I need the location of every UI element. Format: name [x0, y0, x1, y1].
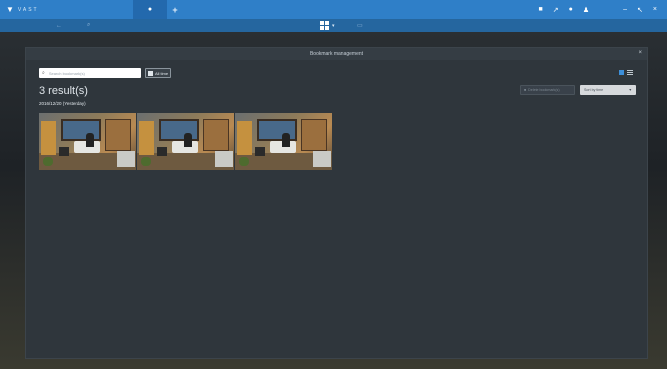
search-bookmarks-input[interactable]	[48, 69, 137, 77]
settings-icon[interactable]: ●	[569, 6, 573, 13]
user-icon[interactable]: ♟	[583, 6, 589, 14]
result-count: 3 result(s)	[39, 85, 88, 97]
brand-text: VAST	[17, 6, 39, 13]
top-right-controls: ■ ↗ ● ♟ – ↖ ×	[539, 0, 658, 19]
search-icon: ⌕	[42, 70, 45, 76]
bookmark-thumbnail[interactable]	[137, 113, 234, 170]
bookmark-thumbnail[interactable]	[235, 113, 332, 170]
camera-icon[interactable]: ■	[539, 6, 543, 13]
dialog-header: Bookmark management ×	[26, 48, 647, 60]
date-group-label: 2016/12/20 (Yesterday)	[39, 101, 86, 106]
eye-icon: ●	[147, 6, 153, 13]
chevron-down-icon: ▾	[332, 22, 335, 29]
list-view-icon[interactable]	[627, 70, 633, 75]
brand: ▼ VAST	[0, 4, 133, 14]
back-arrow-icon[interactable]: ←	[56, 23, 62, 29]
dialog-close-icon[interactable]: ×	[638, 50, 642, 56]
dialog-title: Bookmark management	[309, 51, 364, 57]
tab-monitor[interactable]: ●	[133, 0, 167, 19]
caret-down-icon: ▼	[628, 88, 632, 92]
delete-label: Delete bookmark(s)	[528, 88, 560, 92]
calendar-icon	[148, 70, 153, 76]
sort-label: Sort by time	[584, 88, 604, 92]
time-filter-label: All time	[155, 70, 169, 76]
fullscreen-icon[interactable]: ▭	[357, 22, 363, 29]
logo-icon: ▼	[6, 4, 14, 14]
restore-icon[interactable]: ↖	[637, 6, 643, 14]
layout-selector[interactable]: ▾	[320, 21, 335, 30]
sort-dropdown[interactable]: Sort by time ▼	[580, 85, 636, 95]
close-icon[interactable]: ×	[653, 6, 657, 13]
layout-grid-icon	[320, 21, 329, 30]
view-toggle	[619, 70, 633, 75]
bookmark-management-dialog: Bookmark management × ⌕ All time 3 resul…	[25, 47, 648, 359]
minimize-icon[interactable]: –	[623, 6, 627, 13]
top-bar: ▼ VAST ● + ■ ↗ ● ♟ – ↖ ×	[0, 0, 667, 19]
bookmark-thumbnails	[39, 113, 332, 170]
search-bookmarks-field[interactable]: ⌕	[39, 68, 141, 78]
delete-bookmarks-button[interactable]: ■ Delete bookmark(s)	[520, 85, 575, 95]
trash-icon: ■	[524, 88, 527, 92]
chart-icon[interactable]: ↗	[553, 6, 559, 14]
time-filter-button[interactable]: All time	[145, 68, 171, 78]
search-icon[interactable]: ⌕	[87, 22, 90, 29]
grid-view-icon[interactable]	[619, 70, 624, 75]
sub-toolbar: ← ⌕ ▾ ▭	[0, 19, 667, 32]
add-tab-button[interactable]: +	[167, 0, 183, 19]
bookmark-thumbnail[interactable]	[39, 113, 136, 170]
